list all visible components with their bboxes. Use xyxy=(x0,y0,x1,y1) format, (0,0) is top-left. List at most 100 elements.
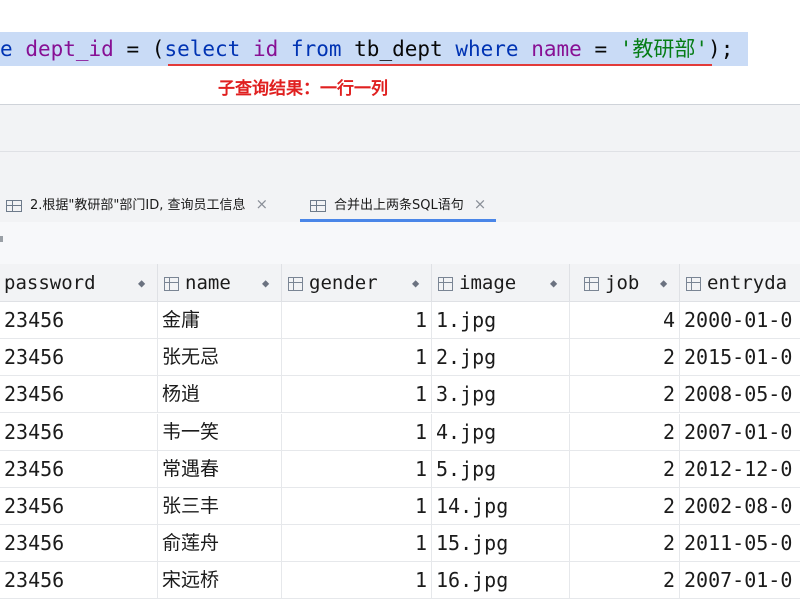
tab-label: 合并出上两条SQL语句 xyxy=(334,198,464,213)
cell-password[interactable]: 23456 xyxy=(0,413,158,451)
cell-job[interactable]: 4 xyxy=(570,302,680,339)
cell-name[interactable]: 张三丰 xyxy=(158,488,282,525)
code-token: ( xyxy=(151,37,165,61)
cell-entrydate[interactable]: 2002-08-0 xyxy=(680,488,800,525)
column-label: image xyxy=(459,272,517,294)
toolbar-edge-mark xyxy=(0,236,3,242)
code-token: ); xyxy=(708,37,734,61)
cell-gender[interactable]: 1 xyxy=(282,376,432,414)
cell-password[interactable]: 23456 xyxy=(0,562,158,600)
cell-name[interactable]: 金庸 xyxy=(158,302,282,339)
cell-entrydate[interactable]: 2008-05-0 xyxy=(680,376,800,413)
column-header-name[interactable]: name ◆ xyxy=(158,264,282,302)
cell-name[interactable]: 杨逍 xyxy=(158,376,282,414)
tab-label: 2.根据"教研部"部门ID, 查询员工信息 xyxy=(30,198,246,213)
code-token: where xyxy=(455,37,519,61)
close-icon[interactable]: × xyxy=(474,195,487,213)
cell-job[interactable]: 2 xyxy=(570,450,680,488)
cell-password[interactable]: 23456 xyxy=(0,339,158,377)
cell-password[interactable]: 23456 xyxy=(0,302,158,339)
sort-icon[interactable]: ◆ xyxy=(550,264,557,301)
table-row[interactable]: 23456 张三丰 1 14.jpg 2 2002-08-0 xyxy=(0,488,800,525)
cell-job[interactable]: 2 xyxy=(570,339,680,377)
code-token: = xyxy=(126,37,140,61)
tab-merged-sql[interactable]: 合并出上两条SQL语句 × xyxy=(310,186,486,222)
code-token: dept_id xyxy=(25,37,114,61)
column-label: gender xyxy=(309,272,378,294)
toolbar-secondary xyxy=(0,152,800,186)
sort-icon[interactable]: ◆ xyxy=(412,264,419,301)
cell-job[interactable]: 2 xyxy=(570,562,680,600)
column-header-gender[interactable]: gender ◆ xyxy=(282,264,432,302)
column-label: job xyxy=(605,272,640,294)
table-icon xyxy=(6,199,22,212)
cell-name[interactable]: 常遇春 xyxy=(158,450,282,488)
cell-entrydate[interactable]: 2000-01-0 xyxy=(680,302,800,339)
cell-job[interactable]: 2 xyxy=(570,488,680,525)
column-header-job[interactable]: job ◆ xyxy=(570,264,680,302)
cell-entrydate[interactable]: 2007-01-0 xyxy=(680,562,800,599)
cell-password[interactable]: 23456 xyxy=(0,376,158,414)
column-icon xyxy=(164,276,179,291)
cell-name[interactable]: 俞莲舟 xyxy=(158,525,282,563)
code-token: id xyxy=(252,37,279,61)
toolbar xyxy=(0,105,800,152)
cell-password[interactable]: 23456 xyxy=(0,450,158,488)
cell-gender[interactable]: 1 xyxy=(282,450,432,488)
column-label: entryda xyxy=(707,272,788,294)
code-token: name xyxy=(531,37,582,61)
cell-gender[interactable]: 1 xyxy=(282,302,432,339)
table-row[interactable]: 23456 常遇春 1 5.jpg 2 2012-12-0 xyxy=(0,450,800,488)
column-icon xyxy=(686,276,701,291)
cell-image[interactable]: 14.jpg xyxy=(432,488,570,525)
cell-name[interactable]: 张无忌 xyxy=(158,339,282,377)
column-header-entrydate[interactable]: entryda xyxy=(680,264,800,302)
cell-image[interactable]: 4.jpg xyxy=(432,413,570,451)
cell-password[interactable]: 23456 xyxy=(0,525,158,563)
cell-gender[interactable]: 1 xyxy=(282,488,432,525)
sort-icon[interactable]: ◆ xyxy=(138,264,145,301)
cell-image[interactable]: 1.jpg xyxy=(432,302,570,339)
cell-image[interactable]: 2.jpg xyxy=(432,339,570,377)
cell-image[interactable]: 3.jpg xyxy=(432,376,570,414)
close-icon[interactable]: × xyxy=(255,195,268,213)
code-token: e xyxy=(0,37,13,61)
table-row[interactable]: 23456 韦一笑 1 4.jpg 2 2007-01-0 xyxy=(0,413,800,451)
table-row[interactable]: 23456 杨逍 1 3.jpg 2 2008-05-0 xyxy=(0,376,800,414)
cell-job[interactable]: 2 xyxy=(570,413,680,451)
cell-image[interactable]: 15.jpg xyxy=(432,525,570,563)
cell-gender[interactable]: 1 xyxy=(282,339,432,377)
sort-icon[interactable]: ◆ xyxy=(262,264,269,301)
column-header-image[interactable]: image ◆ xyxy=(432,264,570,302)
column-icon xyxy=(288,276,303,291)
cell-entrydate[interactable]: 2015-01-0 xyxy=(680,339,800,376)
cell-password[interactable]: 23456 xyxy=(0,488,158,525)
table-row[interactable]: 23456 俞莲舟 1 15.jpg 2 2011-05-0 xyxy=(0,525,800,563)
column-label: password xyxy=(4,272,96,294)
column-icon xyxy=(584,276,599,291)
result-toolbar xyxy=(0,222,800,264)
table-row[interactable]: 23456 宋远桥 1 16.jpg 2 2007-01-0 xyxy=(0,562,800,600)
column-label: name xyxy=(185,272,231,294)
cell-job[interactable]: 2 xyxy=(570,376,680,414)
sort-icon[interactable]: ◆ xyxy=(660,264,667,301)
cell-gender[interactable]: 1 xyxy=(282,525,432,563)
subquery-annotation: 子查询结果：一行一列 xyxy=(218,79,388,99)
cell-gender[interactable]: 1 xyxy=(282,562,432,600)
cell-entrydate[interactable]: 2011-05-0 xyxy=(680,525,800,562)
cell-entrydate[interactable]: 2007-01-0 xyxy=(680,414,800,451)
table-row[interactable]: 23456 金庸 1 1.jpg 4 2000-01-0 xyxy=(0,302,800,339)
cell-gender[interactable]: 1 xyxy=(282,413,432,451)
tab-query-employees[interactable]: 2.根据"教研部"部门ID, 查询员工信息 × xyxy=(6,186,268,222)
cell-image[interactable]: 5.jpg xyxy=(432,450,570,488)
code-token: = xyxy=(594,37,608,61)
cell-image[interactable]: 16.jpg xyxy=(432,562,570,600)
table-row[interactable]: 23456 张无忌 1 2.jpg 2 2015-01-0 xyxy=(0,339,800,377)
cell-name[interactable]: 韦一笑 xyxy=(158,413,282,451)
column-header-password[interactable]: password ◆ xyxy=(0,264,158,302)
table-icon xyxy=(310,199,326,212)
cell-job[interactable]: 2 xyxy=(570,525,680,563)
cell-entrydate[interactable]: 2012-12-0 xyxy=(680,451,800,488)
sql-code-line[interactable]: e dept_id = (select id from tb_dept wher… xyxy=(0,32,733,66)
cell-name[interactable]: 宋远桥 xyxy=(158,562,282,600)
